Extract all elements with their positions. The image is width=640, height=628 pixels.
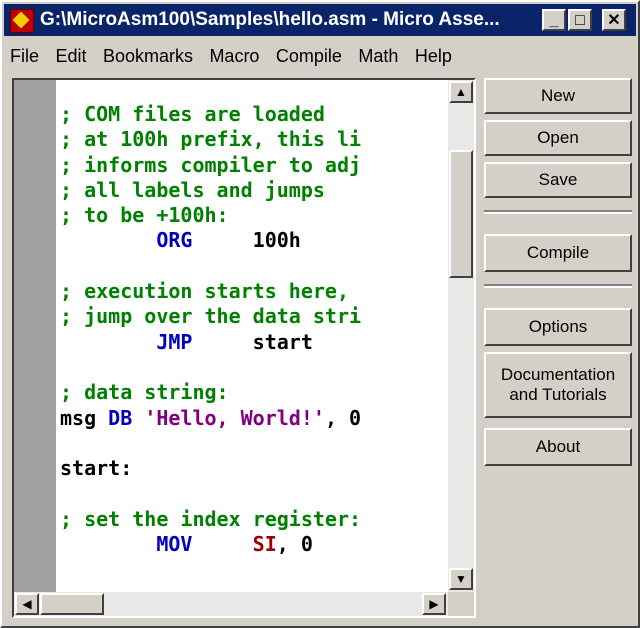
code-token-comment: ; at 100h prefix, this li [60,127,362,152]
code-token-plain: , 0 [276,532,313,557]
code-line[interactable]: ; at 100h prefix, this li [60,127,448,152]
vertical-scrollbar[interactable]: ▲ ▼ [448,80,474,592]
scroll-left-button[interactable]: ◀ [15,593,39,615]
menu-edit[interactable]: Edit [49,40,92,73]
code-line[interactable]: ; informs compiler to adj [60,153,448,178]
code-token-comment: ; set the index register: [60,506,362,531]
scroll-right-button[interactable]: ▶ [422,593,446,615]
menu-help[interactable]: Help [409,40,458,73]
options-button[interactable]: Options [484,308,632,346]
code-token-comment: ; COM files are loaded [60,102,325,126]
code-line[interactable] [60,355,448,380]
code-token-comment: ; data string: [60,380,229,405]
menu-macro[interactable]: Macro [203,40,265,73]
line-gutter [14,80,56,592]
code-line[interactable]: ; execution starts here, [60,279,448,304]
horizontal-scrollbar[interactable]: ◀ ▶ [14,592,448,616]
menu-bar: File Edit Bookmarks Macro Compile Math H… [4,40,636,72]
documentation-label-line1: Documentation [500,365,616,384]
vertical-scroll-thumb[interactable] [449,150,473,278]
about-button[interactable]: About [484,428,632,466]
code-line[interactable]: msg DB 'Hello, World!', 0 [60,406,448,431]
save-button[interactable]: Save [484,162,632,198]
code-token-comment: ; jump over the data stri [60,304,362,329]
code-token-kw: DB [108,405,133,430]
menu-math[interactable]: Math [352,40,404,73]
menu-bookmarks[interactable]: Bookmarks [97,40,199,73]
code-line[interactable]: ; COM files are loaded [60,102,448,127]
separator [484,284,632,288]
minimize-button[interactable]: _ [542,9,566,31]
new-button[interactable]: New [484,78,632,114]
documentation-label-line2: and Tutorials [509,385,607,404]
code-line[interactable] [60,481,448,506]
code-token-reg: SI [252,532,277,557]
code-line[interactable] [60,254,448,279]
code-line[interactable]: JMP start [60,330,448,355]
code-line[interactable]: ; jump over the data stri [60,304,448,329]
code-token-comment: ; to be +100h: [60,203,229,228]
code-token-kw: JMP [156,329,193,354]
separator [484,210,632,214]
code-token-str: 'Hello, World!' [144,405,325,430]
code-token-plain: start [192,329,313,354]
code-line[interactable]: ; data string: [60,380,448,405]
code-token-kw: MOV [156,532,193,557]
close-button[interactable]: ✕ [602,9,626,31]
menu-file[interactable]: File [4,40,45,73]
app-window: G:\MicroAsm100\Samples\hello.asm - Micro… [0,0,640,628]
code-line[interactable]: start: [60,456,448,481]
code-editor[interactable]: ; COM files are loaded; at 100h prefix, … [12,78,476,618]
code-line[interactable] [60,431,448,456]
window-title: G:\MicroAsm100\Samples\hello.asm - Micro… [40,9,500,30]
scroll-down-button[interactable]: ▼ [449,568,473,590]
scrollbar-corner [448,592,474,616]
maximize-button[interactable]: □ [568,9,592,31]
menu-compile[interactable]: Compile [270,40,348,73]
code-line[interactable]: MOV SI, 0 [60,532,448,557]
compile-button[interactable]: Compile [484,234,632,272]
code-token-plain: start: [60,456,133,481]
code-token-plain: , 0 [324,405,362,430]
code-line[interactable]: ; to be +100h: [60,203,448,228]
code-token-plain: 100h [192,228,301,253]
code-token-comment: ; all labels and jumps [60,177,325,202]
open-button[interactable]: Open [484,120,632,156]
code-token-kw: ORG [156,228,193,253]
code-line[interactable]: ; all labels and jumps [60,178,448,203]
code-area[interactable]: ; COM files are loaded; at 100h prefix, … [60,102,448,592]
code-line[interactable]: ORG 100h [60,228,448,253]
app-icon[interactable] [10,9,34,33]
code-token-comment: ; execution starts here, [60,279,349,304]
code-token-comment: ; informs compiler to adj [60,152,362,177]
code-line[interactable]: ; set the index register: [60,507,448,532]
title-bar[interactable]: G:\MicroAsm100\Samples\hello.asm - Micro… [4,4,636,36]
documentation-button[interactable]: Documentation and Tutorials [484,352,632,418]
horizontal-scroll-thumb[interactable] [40,593,104,615]
code-token-plain: msg [60,405,109,430]
scroll-up-button[interactable]: ▲ [449,81,473,103]
